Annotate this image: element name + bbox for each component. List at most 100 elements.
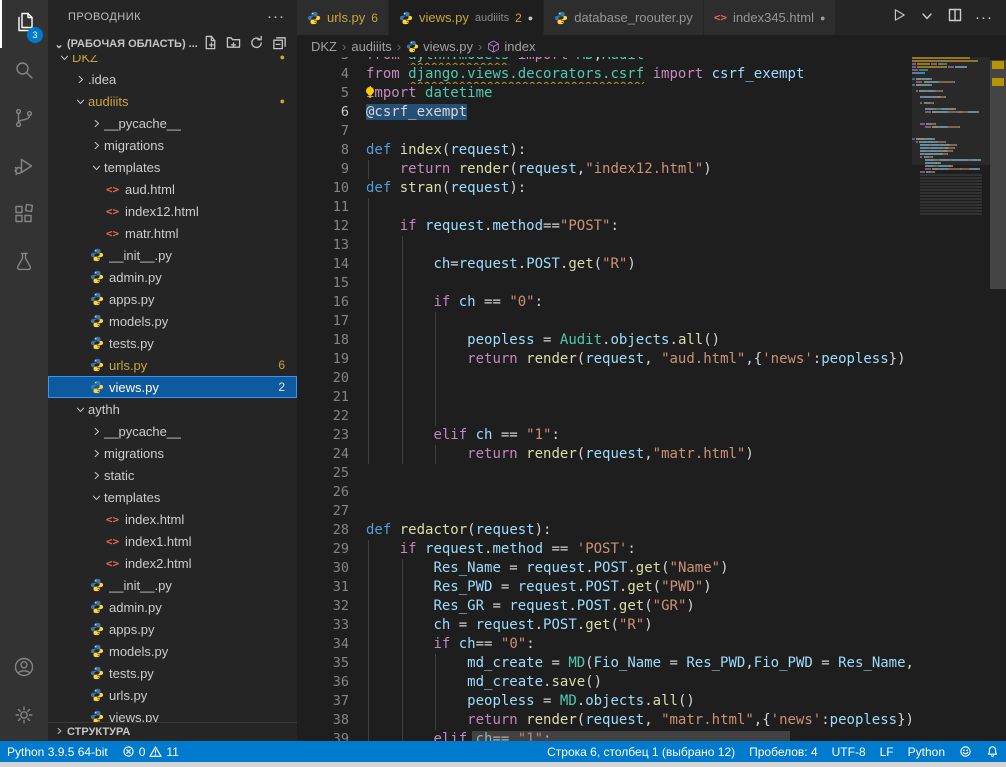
code-line[interactable]: 36 md_create.save()	[297, 673, 912, 692]
explorer-more-actions[interactable]: ···	[267, 8, 285, 25]
code-line[interactable]: 33 ch = request.POST.get("R")	[297, 616, 912, 635]
tree-file-__init__.py[interactable]: __init__.py	[48, 244, 297, 266]
tree-folder-audiiits[interactable]: audiiits●	[48, 90, 297, 112]
code-editor[interactable]: 3from aythh.models import MD,Audit4from …	[297, 57, 1006, 741]
tree-folder-DKZ[interactable]: DKZ●	[48, 55, 297, 68]
breadcrumb-item-views.py[interactable]: views.py	[406, 39, 473, 54]
tree-file-urls.py[interactable]: urls.py	[48, 684, 297, 706]
lightbulb-icon[interactable]	[366, 86, 377, 100]
chevron-down-icon[interactable]	[919, 7, 935, 28]
activity-bar-item-extensions[interactable]	[0, 192, 48, 240]
code-line[interactable]: 20	[297, 369, 912, 388]
tree-file-__init__.py[interactable]: __init__.py	[48, 574, 297, 596]
code-line[interactable]: 4from django.views.decorators.csrf impor…	[297, 65, 912, 84]
horizontal-scrollbar[interactable]	[472, 731, 790, 741]
tab-index345.html[interactable]: <>index345.html●	[704, 0, 837, 35]
run-icon[interactable]	[891, 7, 907, 28]
tree-file-admin.py[interactable]: admin.py	[48, 266, 297, 288]
activity-bar-item-explorer[interactable]: 3	[0, 0, 48, 48]
code-line[interactable]: 7	[297, 122, 912, 141]
status-problems[interactable]: 011	[115, 741, 186, 762]
code-line[interactable]: 26	[297, 483, 912, 502]
activity-bar-item-run-debug[interactable]	[0, 144, 48, 192]
activity-bar-item-settings[interactable]	[0, 693, 48, 741]
tree-file-apps.py[interactable]: apps.py	[48, 618, 297, 640]
tab-views.py[interactable]: views.pyaudiiits2●	[389, 0, 544, 35]
activity-bar-item-testing[interactable]	[0, 240, 48, 288]
tree-file-aud.html[interactable]: <>aud.html	[48, 178, 297, 200]
code-line[interactable]: 22	[297, 407, 912, 426]
code-line[interactable]: 3from aythh.models import MD,Audit	[297, 57, 912, 65]
tree-file-admin.py[interactable]: admin.py	[48, 596, 297, 618]
code-line[interactable]: 32 Res_GR = request.POST.get("GR")	[297, 597, 912, 616]
status-language-mode[interactable]: Python	[901, 741, 952, 762]
tree-folder-__pycache__[interactable]: __pycache__	[48, 112, 297, 134]
tree-file-views.py[interactable]: views.py	[48, 706, 297, 722]
refresh-icon[interactable]	[249, 35, 264, 53]
tree-file-matr.html[interactable]: <>matr.html	[48, 222, 297, 244]
tab-database_roouter.py[interactable]: database_roouter.py	[544, 0, 704, 35]
code-line[interactable]: 8def index(request):	[297, 141, 912, 160]
code-line[interactable]: 23 elif ch == "1":	[297, 426, 912, 445]
tree-file-apps.py[interactable]: apps.py	[48, 288, 297, 310]
tree-file-index2.html[interactable]: <>index2.html	[48, 552, 297, 574]
code-line[interactable]: 13	[297, 236, 912, 255]
tab-urls.py[interactable]: urls.py6	[297, 0, 389, 35]
code-line[interactable]: 27	[297, 502, 912, 521]
split-editor-icon[interactable]	[947, 7, 963, 28]
code-line[interactable]: 16 if ch == "0":	[297, 293, 912, 312]
new-file-icon[interactable]	[203, 35, 218, 53]
code-line[interactable]: 35 md_create = MD(Fio_Name = Res_PWD,Fio…	[297, 654, 912, 673]
tree-folder-migrations[interactable]: migrations	[48, 442, 297, 464]
outline-section-header[interactable]: СТРУКТУРА	[48, 722, 297, 741]
code-line[interactable]: 31 Res_PWD = request.POST.get("PWD")	[297, 578, 912, 597]
status-feedback[interactable]	[952, 741, 979, 762]
tree-file-index12.html[interactable]: <>index12.html	[48, 200, 297, 222]
activity-bar-item-source-control[interactable]	[0, 96, 48, 144]
status-notifications[interactable]	[979, 741, 1006, 762]
code-line[interactable]: 18 peopless = Audit.objects.all()	[297, 331, 912, 350]
minimap[interactable]	[912, 57, 990, 741]
status-cursor-position[interactable]: Строка 6, столбец 1 (выбрано 12)	[540, 741, 742, 762]
tree-file-views.py[interactable]: views.py2	[48, 376, 297, 398]
code-line[interactable]: 17	[297, 312, 912, 331]
code-line[interactable]: 25	[297, 464, 912, 483]
code-line[interactable]: 21	[297, 388, 912, 407]
dirty-indicator[interactable]: ●	[528, 13, 533, 23]
code-line[interactable]: 11	[297, 198, 912, 217]
code-line[interactable]: 15	[297, 274, 912, 293]
breadcrumb-item-DKZ[interactable]: DKZ	[311, 39, 337, 54]
tree-folder-migrations[interactable]: migrations	[48, 134, 297, 156]
tree-folder-__pycache__[interactable]: __pycache__	[48, 420, 297, 442]
workspace-section-header[interactable]: ⌄ (РАБОЧАЯ ОБЛАСТЬ) ...	[48, 33, 297, 55]
code-line[interactable]: 14 ch=request.POST.get("R")	[297, 255, 912, 274]
vertical-scrollbar[interactable]	[990, 57, 1006, 741]
status-indentation[interactable]: Пробелов: 4	[742, 741, 825, 762]
code-line[interactable]: 37 peopless = MD.objects.all()	[297, 692, 912, 711]
breadcrumb-item-index[interactable]: index	[487, 39, 535, 54]
code-line[interactable]: 38 return render(request, "matr.html",{'…	[297, 711, 912, 730]
scrollbar-thumb[interactable]	[990, 60, 1006, 289]
tree-folder-templates[interactable]: templates	[48, 486, 297, 508]
code-line[interactable]: 12 if request.method=="POST":	[297, 217, 912, 236]
code-line[interactable]: 10def stran(request):	[297, 179, 912, 198]
status-eol[interactable]: LF	[873, 741, 901, 762]
tree-file-urls.py[interactable]: urls.py6	[48, 354, 297, 376]
code-line[interactable]: 30 Res_Name = request.POST.get("Name")	[297, 559, 912, 578]
tree-file-index.html[interactable]: <>index.html	[48, 508, 297, 530]
collapse-all-icon[interactable]	[272, 35, 287, 53]
code-line[interactable]: 29 if request.method == 'POST':	[297, 540, 912, 559]
new-folder-icon[interactable]	[226, 35, 241, 53]
status-python-interpreter[interactable]: Python 3.9.5 64-bit	[0, 741, 115, 762]
activity-bar-item-account[interactable]	[0, 645, 48, 693]
tree-folder-templates[interactable]: templates	[48, 156, 297, 178]
tree-file-index1.html[interactable]: <>index1.html	[48, 530, 297, 552]
code-line[interactable]: 24 return render(request,"matr.html")	[297, 445, 912, 464]
code-line[interactable]: 28def redactor(request):	[297, 521, 912, 540]
code-line[interactable]: 9 return render(request,"index12.html")	[297, 160, 912, 179]
tree-file-tests.py[interactable]: tests.py	[48, 332, 297, 354]
code-line[interactable]: 34 if ch== "0":	[297, 635, 912, 654]
code-line[interactable]: 5import datetime	[297, 84, 912, 103]
tree-file-models.py[interactable]: models.py	[48, 640, 297, 662]
tree-file-tests.py[interactable]: tests.py	[48, 662, 297, 684]
